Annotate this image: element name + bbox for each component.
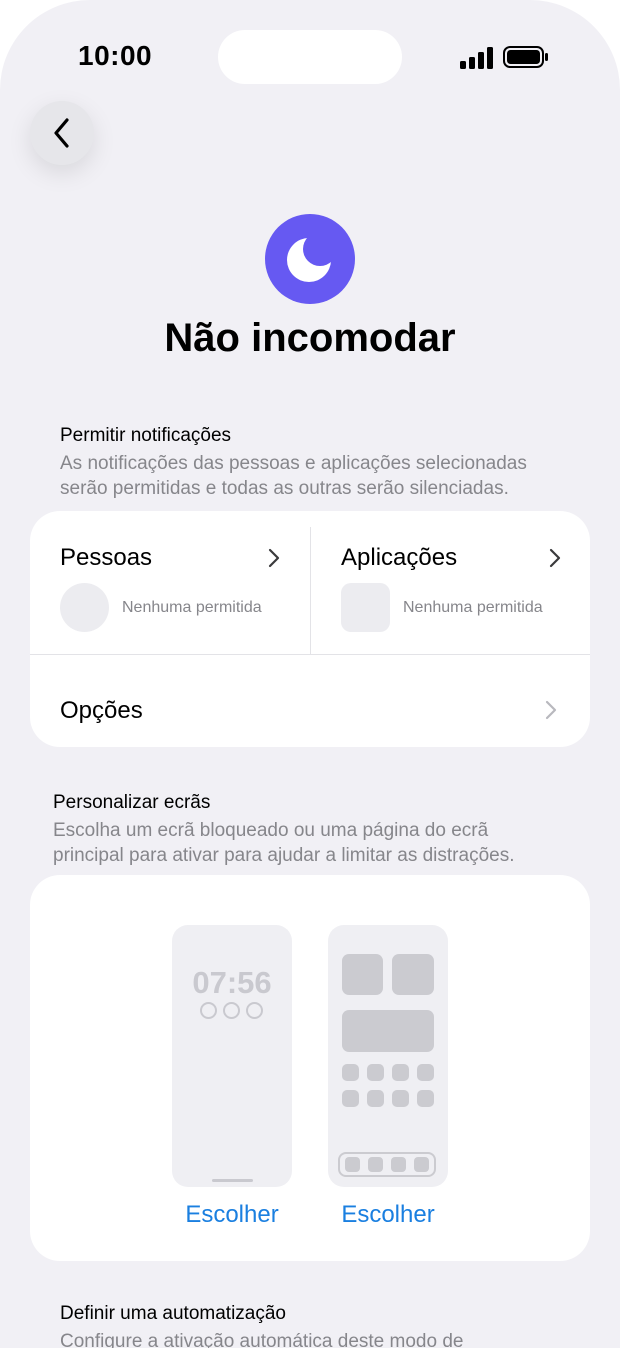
app-icon-placeholder [417,1064,434,1081]
focus-mode-icon [265,214,355,304]
widget-placeholder [392,954,434,995]
widget-placeholder [342,1010,434,1052]
dock-icon-placeholder [414,1157,429,1172]
app-icon-placeholder [392,1064,409,1081]
dock-placeholder [338,1152,436,1177]
lock-screen-time: 07:56 [192,965,272,1000]
apps-status: Nenhuma permitida [403,599,543,616]
screen: 10:00 Não incomodar Permitir notificaçõe… [0,0,620,1348]
app-icon-placeholder [342,1064,359,1081]
automation-subtitle-line1: Configure a ativação automática deste mo… [60,1331,464,1348]
notifications-card: Pessoas Nenhuma permitida Aplicações Nen… [30,511,590,747]
choose-home-screen-link[interactable]: Escolher [328,1201,448,1229]
people-label: Pessoas [60,544,153,571]
dock-icon-placeholder [391,1157,406,1172]
page-title: Não incomodar [164,316,456,360]
widget-ring-icon [246,1002,263,1019]
screens-card: 07:56 Escolher Escolher [30,875,590,1261]
notifications-subtitle-line1: As notificações das pessoas e aplicações… [60,453,527,474]
chevron-right-icon [268,548,280,568]
choose-lock-screen-link[interactable]: Escolher [172,1201,292,1229]
screens-subtitle-line2: principal para ativar para ajudar a limi… [53,845,515,866]
dock-icon-placeholder [368,1157,383,1172]
screens-subtitle-line1: Escolha um ecrã bloqueado ou uma página … [53,820,489,841]
apps-cell[interactable]: Aplicações Nenhuma permitida [311,511,590,654]
options-row[interactable]: Opções [30,655,590,747]
notifications-subtitle-line2: serão permitidas e todas as outras serão… [60,478,509,499]
back-chevron-icon [54,118,69,148]
widget-placeholder [342,954,383,995]
app-icon-placeholder [342,1090,359,1107]
widget-ring-icon [200,1002,217,1019]
dock-icon-placeholder [345,1157,360,1172]
app-icon-placeholder [367,1090,384,1107]
app-icon-placeholder [392,1090,409,1107]
dynamic-island [218,30,402,84]
status-time: 10:00 [78,40,153,71]
battery-icon [503,46,548,68]
chevron-right-icon [545,700,557,720]
people-cell[interactable]: Pessoas Nenhuma permitida [30,511,310,654]
apps-label: Aplicações [341,544,458,571]
apps-icon-placeholder [341,583,390,632]
people-status: Nenhuma permitida [122,599,262,616]
options-label: Opções [60,697,143,724]
notifications-section-title: Permitir notificações [60,425,232,446]
moon-icon [287,238,331,282]
signal-icon [460,47,493,69]
home-screen-preview[interactable] [328,925,448,1187]
app-icon-placeholder [367,1064,384,1081]
app-icon-placeholder [417,1090,434,1107]
automation-section-title: Definir uma automatização [60,1303,286,1324]
screens-section-title: Personalizar ecrãs [53,792,211,813]
people-avatar-placeholder [60,583,109,632]
lock-screen-preview[interactable]: 07:56 [172,925,292,1187]
widget-ring-icon [223,1002,240,1019]
chevron-right-icon [549,548,561,568]
back-button[interactable] [30,101,94,165]
home-indicator [212,1179,253,1182]
